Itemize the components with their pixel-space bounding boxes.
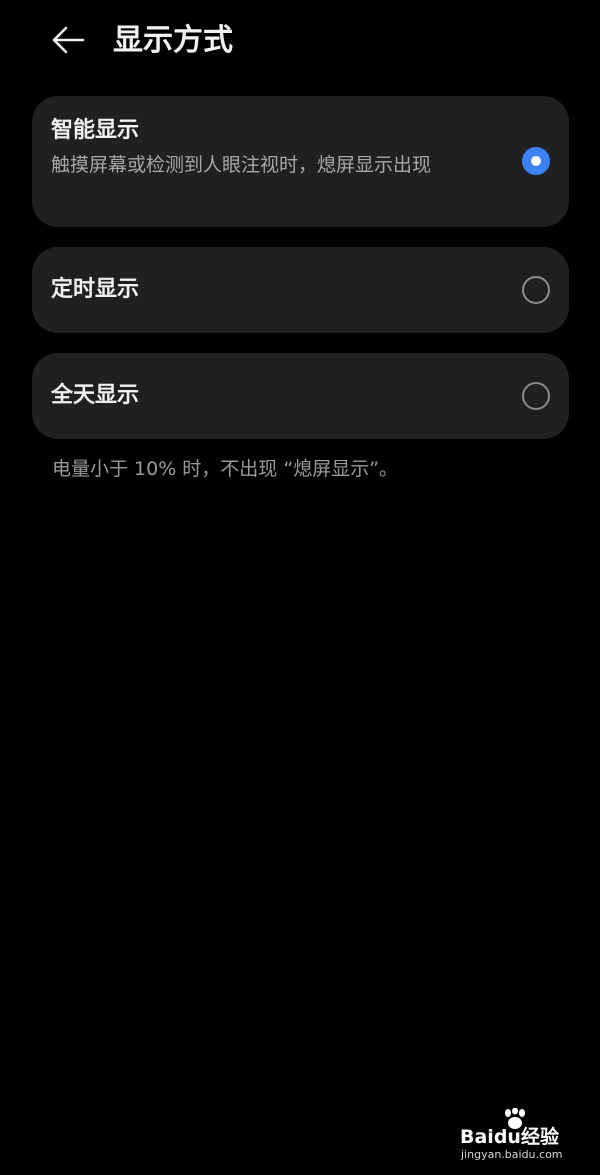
watermark-logo: Baidu经验 jingyan.baidu.com (460, 1108, 570, 1166)
option-title: 全天显示 (51, 383, 140, 408)
radio-button[interactable] (522, 276, 550, 304)
page-title: 显示方式 (113, 23, 233, 58)
battery-footnote: 电量小于 10% 时，不出现 “熄屏显示”。 (52, 458, 399, 480)
radio-button-selected[interactable] (522, 147, 550, 175)
radio-button[interactable] (522, 382, 550, 410)
back-button[interactable] (46, 20, 90, 60)
arrow-left-icon (52, 26, 85, 54)
option-title: 智能显示 (51, 118, 140, 143)
option-timed-display[interactable]: 定时显示 (32, 247, 569, 333)
option-smart-display[interactable]: 智能显示 触摸屏幕或检测到人眼注视时，熄屏显示出现 (32, 96, 569, 227)
option-description: 触摸屏幕或检测到人眼注视时，熄屏显示出现 (51, 154, 432, 176)
app-header: 显示方式 (0, 0, 600, 82)
watermark-url: jingyan.baidu.com (461, 1148, 563, 1161)
option-all-day-display[interactable]: 全天显示 (32, 353, 569, 439)
option-title: 定时显示 (51, 277, 140, 302)
watermark-brand: Baidu经验 (460, 1126, 559, 1148)
